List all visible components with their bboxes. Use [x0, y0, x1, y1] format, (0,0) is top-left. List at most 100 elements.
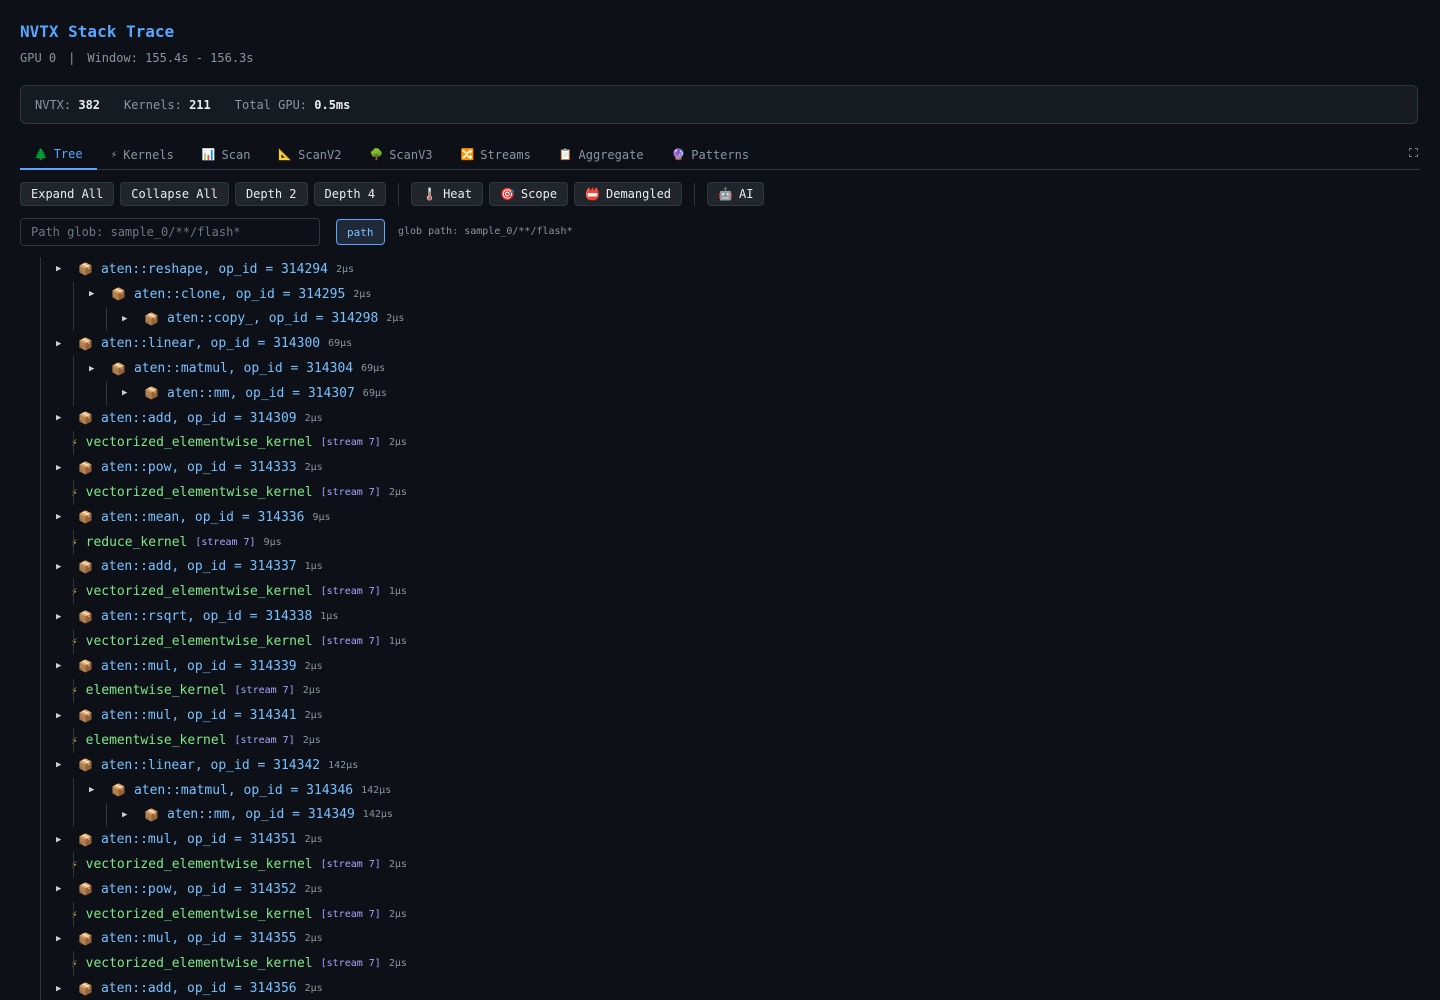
tab-aggregate[interactable]: 📋 Aggregate — [545, 140, 658, 169]
package-icon: 📦 — [78, 708, 93, 723]
expand-chevron-icon[interactable]: ▶ — [56, 661, 68, 671]
op-row[interactable]: ▶ 📦 aten::matmul, op_id = 314346 142µs — [20, 778, 1420, 803]
op-row[interactable]: ▶ 📦 aten::mul, op_id = 314341 2µs — [20, 703, 1420, 728]
op-row[interactable]: ▶ 📦 aten::mean, op_id = 314336 9µs — [20, 505, 1420, 530]
trace-tree: ▶ 📦 aten::reshape, op_id = 314294 2µs ▶ 📦 aten… — [20, 257, 1420, 1000]
expand-chevron-icon[interactable]: ▶ — [56, 835, 68, 845]
op-row[interactable]: ▶ 📦 aten::mul, op_id = 314355 2µs — [20, 927, 1420, 952]
heat-button[interactable]: 🌡️ Heat — [411, 182, 483, 206]
op-name: aten::mul, op_id = 314339 — [100, 658, 297, 674]
depth-2-button[interactable]: Depth 2 — [234, 182, 308, 206]
op-row[interactable]: ▶ 📦 aten::add, op_id = 314337 1µs — [20, 555, 1420, 580]
op-row[interactable]: ▶ 📦 aten::reshape, op_id = 314294 2µs — [20, 257, 1420, 282]
scope-button[interactable]: 🎯 Scope — [488, 182, 569, 206]
expand-chevron-icon[interactable]: ▶ — [89, 289, 101, 299]
kernel-row[interactable]: ⚡ vectorized_elementwise_kernel [stream 7]… — [20, 629, 1420, 654]
stream-tag: [stream 7] — [320, 908, 381, 920]
tab-scanv3[interactable]: 🌳 ScanV3 — [355, 140, 446, 169]
expand-chevron-icon[interactable]: ▶ — [122, 810, 134, 820]
kernel-row[interactable]: ⚡ vectorized_elementwise_kernel [stream 7]… — [20, 951, 1420, 976]
stream-tag: [stream 7] — [320, 635, 381, 647]
crystal-ball-icon: 🔮 — [671, 148, 686, 161]
package-icon: 📦 — [78, 659, 93, 674]
op-row[interactable]: ▶ 📦 aten::linear, op_id = 314300 69µs — [20, 331, 1420, 356]
expand-chevron-icon[interactable]: ▶ — [56, 264, 68, 274]
lightning-icon: ⚡ — [71, 535, 78, 549]
tree-guide-line — [106, 381, 107, 406]
kernel-row[interactable]: ⚡ elementwise_kernel [stream 7] 2µs — [20, 728, 1420, 753]
tab-scan[interactable]: 📊 Scan — [188, 140, 265, 169]
op-row[interactable]: ▶ 📦 aten::mm, op_id = 314307 69µs — [20, 381, 1420, 406]
duration: 2µs — [304, 933, 323, 945]
tree-guide-line — [73, 852, 74, 877]
package-icon: 📦 — [78, 882, 93, 897]
op-row[interactable]: ▶ 📦 aten::linear, op_id = 314342 142µs — [20, 753, 1420, 778]
op-row[interactable]: ▶ 📦 aten::pow, op_id = 314333 2µs — [20, 455, 1420, 480]
op-row[interactable]: ▶ 📦 aten::matmul, op_id = 314304 69µs — [20, 356, 1420, 381]
kernel-name: vectorized_elementwise_kernel — [85, 857, 313, 873]
kernel-row[interactable]: ⚡ elementwise_kernel [stream 7] 2µs — [20, 679, 1420, 704]
op-row[interactable]: ▶ 📦 aten::add, op_id = 314309 2µs — [20, 406, 1420, 431]
ai-button[interactable]: 🤖 AI — [707, 182, 765, 206]
duration: 142µs — [361, 784, 392, 796]
package-icon: 📦 — [78, 758, 93, 773]
stream-tag: [stream 7] — [320, 586, 381, 598]
tab-tree[interactable]: 🌲 Tree — [20, 140, 97, 170]
expand-chevron-icon[interactable]: ▶ — [56, 612, 68, 622]
duration: 2µs — [335, 263, 354, 275]
collapse-all-button[interactable]: Collapse All — [120, 182, 229, 206]
expand-chevron-icon[interactable]: ▶ — [56, 339, 68, 349]
kernel-row[interactable]: ⚡ vectorized_elementwise_kernel [stream 7]… — [20, 852, 1420, 877]
op-name: aten::add, op_id = 314337 — [100, 559, 297, 575]
op-row[interactable]: ▶ 📦 aten::copy_, op_id = 314298 2µs — [20, 307, 1420, 332]
tree-guide-line — [73, 629, 74, 654]
expand-chevron-icon[interactable]: ▶ — [56, 413, 68, 423]
expand-chevron-icon[interactable]: ▶ — [56, 562, 68, 572]
op-row[interactable]: ▶ 📦 aten::pow, op_id = 314352 2µs — [20, 877, 1420, 902]
op-name: aten::add, op_id = 314356 — [100, 981, 297, 996]
tab-patterns[interactable]: 🔮 Patterns — [658, 140, 764, 169]
expand-chevron-icon[interactable]: ▶ — [56, 934, 68, 944]
expand-chevron-icon[interactable]: ▶ — [122, 314, 134, 324]
expand-chevron-icon[interactable]: ▶ — [56, 884, 68, 894]
op-row[interactable]: ▶ 📦 aten::mul, op_id = 314339 2µs — [20, 654, 1420, 679]
tree-guide-line — [73, 678, 74, 704]
tab-streams[interactable]: 🔀 Streams — [447, 140, 545, 169]
op-row[interactable]: ▶ 📦 aten::mm, op_id = 314349 142µs — [20, 803, 1420, 828]
package-icon: 📦 — [111, 783, 126, 798]
package-icon: 📦 — [78, 262, 93, 277]
lightning-icon: ⚡ — [71, 684, 78, 698]
fullscreen-icon[interactable] — [1409, 148, 1418, 157]
op-row[interactable]: ▶ 📦 aten::add, op_id = 314356 2µs — [20, 976, 1420, 1000]
package-icon: 📦 — [111, 361, 126, 376]
expand-chevron-icon[interactable]: ▶ — [56, 760, 68, 770]
expand-chevron-icon[interactable]: ▶ — [56, 711, 68, 721]
expand-chevron-icon[interactable]: ▶ — [56, 463, 68, 473]
expand-chevron-icon[interactable]: ▶ — [122, 388, 134, 398]
expand-chevron-icon[interactable]: ▶ — [56, 984, 68, 994]
expand-all-button[interactable]: Expand All — [20, 182, 115, 206]
kernel-row[interactable]: ⚡ vectorized_elementwise_kernel [stream 7]… — [20, 579, 1420, 604]
toolbar: Expand All Collapse All Depth 2 Depth 4 … — [20, 182, 765, 206]
depth-4-button[interactable]: Depth 4 — [313, 182, 387, 206]
expand-chevron-icon[interactable]: ▶ — [89, 364, 101, 374]
expand-chevron-icon[interactable]: ▶ — [56, 512, 68, 522]
window-label: Window: 155.4s - 156.3s — [87, 51, 254, 65]
op-name: aten::matmul, op_id = 314304 — [133, 361, 354, 377]
tab-scanv2[interactable]: 📐 ScanV2 — [264, 140, 355, 169]
op-row[interactable]: ▶ 📦 aten::clone, op_id = 314295 2µs — [20, 282, 1420, 307]
kernel-row[interactable]: ⚡ reduce_kernel [stream 7] 9µs — [20, 530, 1420, 555]
path-glob-input[interactable] — [20, 218, 320, 246]
path-button[interactable]: path — [336, 219, 385, 245]
kernel-row[interactable]: ⚡ vectorized_elementwise_kernel [stream 7]… — [20, 902, 1420, 927]
expand-chevron-icon[interactable]: ▶ — [89, 785, 101, 795]
op-row[interactable]: ▶ 📦 aten::rsqrt, op_id = 314338 1µs — [20, 604, 1420, 629]
kernel-row[interactable]: ⚡ vectorized_elementwise_kernel [stream 7]… — [20, 480, 1420, 505]
op-row[interactable]: ▶ 📦 aten::mul, op_id = 314351 2µs — [20, 827, 1420, 852]
tab-kernels[interactable]: ⚡ Kernels — [97, 140, 188, 169]
tree-guide-line — [73, 356, 74, 406]
demangled-button[interactable]: 📛 Demangled — [574, 182, 683, 206]
kernel-row[interactable]: ⚡ vectorized_elementwise_kernel [stream 7]… — [20, 431, 1420, 456]
op-name: aten::pow, op_id = 314333 — [100, 460, 297, 476]
kernel-name: elementwise_kernel — [85, 683, 227, 699]
